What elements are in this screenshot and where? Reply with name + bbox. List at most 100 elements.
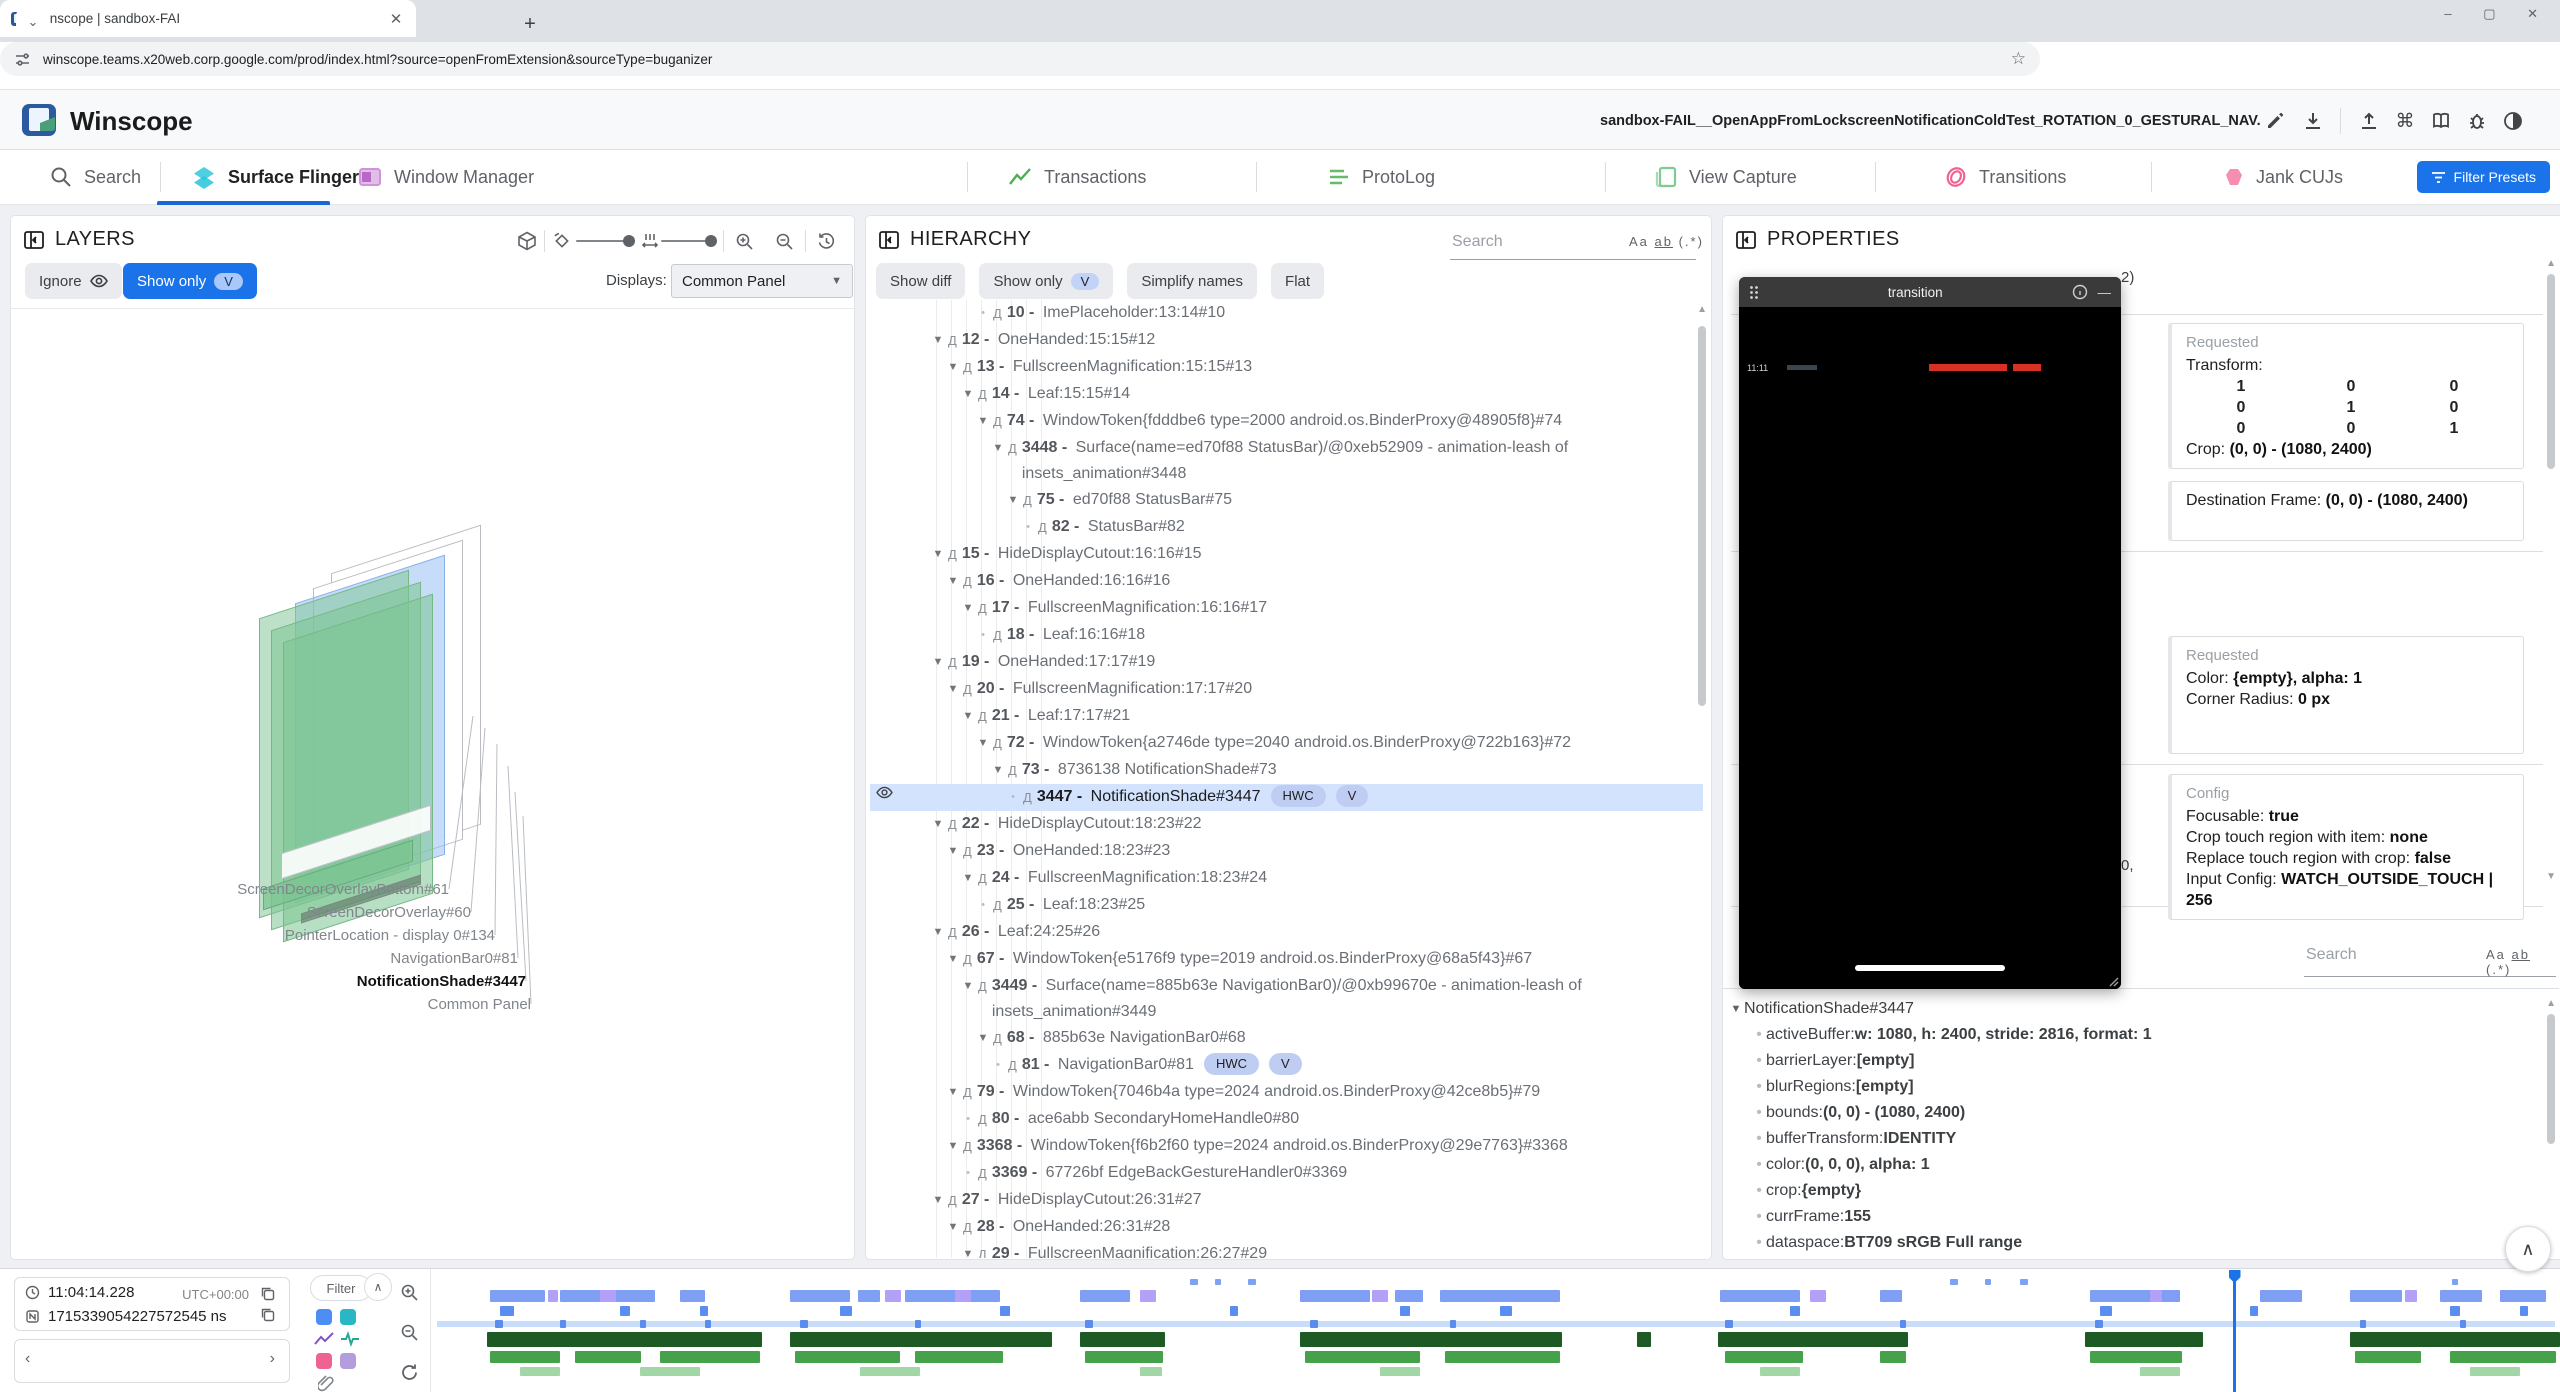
collapse-panel-icon[interactable] xyxy=(1735,229,1757,251)
expand-arrow-icon[interactable]: ▼ xyxy=(960,973,976,999)
trace-segment-blue[interactable] xyxy=(2260,1290,2302,1302)
property-currFrame[interactable]: •currFrame: 155 xyxy=(1728,1204,2538,1230)
tab-transitions[interactable]: Transitions xyxy=(1945,150,2066,204)
timeline-zoom-reset-icon[interactable] xyxy=(398,1361,420,1383)
trace-toggle-sf-icon[interactable] xyxy=(316,1309,332,1325)
shortcuts-icon[interactable]: ⌘ xyxy=(2392,108,2418,134)
expand-arrow-icon[interactable]: ▼ xyxy=(975,408,991,434)
layer-label[interactable]: ScreenDecorOverlayBottom#61 xyxy=(237,881,449,898)
hierarchy-node-79[interactable]: ▼Д79 - WindowToken{7046b4a type=2024 and… xyxy=(870,1079,1703,1106)
info-icon[interactable] xyxy=(2072,284,2088,300)
property-bufferTransform[interactable]: •bufferTransform: IDENTITY xyxy=(1728,1126,2538,1152)
scrollbar-up-arrow[interactable]: ▲ xyxy=(2546,998,2556,1009)
trace-segment-green[interactable] xyxy=(1085,1351,1163,1363)
trace-segment-ticks-top[interactable] xyxy=(1190,1279,1198,1285)
flat-toggle[interactable]: Flat xyxy=(1271,263,1324,299)
trace-segment-purple[interactable] xyxy=(1140,1290,1156,1302)
trace-segment-pale-ticks[interactable] xyxy=(800,1320,808,1328)
new-tab-button[interactable]: + xyxy=(516,10,544,38)
layer-label[interactable]: PointerLocation - display 0#134 xyxy=(285,927,495,944)
trace-segment-dark-green[interactable] xyxy=(487,1332,762,1347)
expand-arrow-icon[interactable]: ▼ xyxy=(930,327,946,353)
trace-segment-purple[interactable] xyxy=(1372,1290,1388,1302)
hierarchy-node-18[interactable]: •Д18 - Leaf:16:16#18 xyxy=(870,622,1703,649)
expand-arrow-icon[interactable]: ▼ xyxy=(930,541,946,567)
trace-segment-royal[interactable] xyxy=(2250,1306,2258,1316)
trace-segment-pale-ticks[interactable] xyxy=(2360,1320,2366,1328)
trace-toggle-layers-icon[interactable] xyxy=(340,1309,356,1325)
trace-segment-royal[interactable] xyxy=(620,1306,630,1316)
drag-handle-icon[interactable] xyxy=(1749,285,1759,299)
tab-protolog[interactable]: ProtoLog xyxy=(1328,150,1435,204)
hierarchy-node-13[interactable]: ▼Д13 - FullscreenMagnification:15:15#13 xyxy=(870,354,1703,381)
expand-arrow-icon[interactable]: ▼ xyxy=(930,649,946,675)
trace-segment-light-green[interactable] xyxy=(520,1367,560,1376)
trace-segment-dark-green[interactable] xyxy=(1080,1332,1165,1347)
expand-arrow-icon[interactable]: ▼ xyxy=(990,435,1006,461)
scrollbar-up-arrow[interactable]: ▲ xyxy=(2546,258,2556,269)
trace-segment-pale-ticks[interactable] xyxy=(2460,1320,2466,1328)
filter-presets-button[interactable]: Filter Presets xyxy=(2417,161,2550,193)
url-text[interactable]: winscope.teams.x20web.corp.google.com/pr… xyxy=(43,52,2011,67)
hierarchy-node-12[interactable]: ▼Д12 - OneHanded:15:15#12 xyxy=(870,327,1703,354)
trace-segment-green[interactable] xyxy=(915,1351,1003,1363)
expand-arrow-icon[interactable]: ▼ xyxy=(945,946,961,972)
expand-arrow-icon[interactable]: ▼ xyxy=(945,354,961,380)
timeline-zoom-out-icon[interactable] xyxy=(398,1321,420,1343)
trace-segment-light-green[interactable] xyxy=(2140,1367,2180,1376)
trace-segment-green[interactable] xyxy=(2450,1351,2556,1363)
trace-segment-light-green[interactable] xyxy=(2470,1367,2520,1376)
expand-arrow-icon[interactable]: ▼ xyxy=(975,1025,991,1051)
edit-file-icon[interactable] xyxy=(2262,108,2288,134)
trace-segment-blue[interactable] xyxy=(2350,1290,2402,1302)
trace-segment-green[interactable] xyxy=(2355,1351,2421,1363)
trace-segment-green[interactable] xyxy=(1305,1351,1420,1363)
rotation-slider-knob[interactable] xyxy=(623,235,635,247)
trace-segment-pale-ticks[interactable] xyxy=(560,1320,566,1328)
trace-segment-royal[interactable] xyxy=(700,1306,708,1316)
trace-segment-pale-ticks[interactable] xyxy=(1725,1320,1733,1328)
trace-segment-light-green[interactable] xyxy=(1760,1367,1800,1376)
trace-segment-royal[interactable] xyxy=(2450,1306,2460,1316)
filter-chip[interactable]: Filter xyxy=(310,1275,372,1301)
show-diff-toggle[interactable]: Show diff xyxy=(876,263,965,299)
3d-view-icon[interactable] xyxy=(516,230,538,252)
trace-segment-blue[interactable] xyxy=(858,1290,880,1302)
trace-segment-purple[interactable] xyxy=(2150,1290,2162,1302)
collapse-filter-icon[interactable]: ∧ xyxy=(364,1273,392,1301)
show-only-v-toggle[interactable]: Show onlyV xyxy=(123,263,257,299)
expand-arrow-icon[interactable]: ▼ xyxy=(1005,487,1021,513)
trace-segment-green[interactable] xyxy=(2090,1351,2182,1363)
visibility-eye-icon[interactable] xyxy=(876,786,893,799)
hierarchy-node-81[interactable]: •Д81 - NavigationBar0#81HWCV xyxy=(870,1052,1703,1079)
property-dataspace[interactable]: •dataspace: BT709 sRGB Full range xyxy=(1728,1230,2538,1256)
trace-toggle-cuj-icon[interactable] xyxy=(340,1353,356,1369)
copy-icon[interactable] xyxy=(260,1286,275,1301)
trace-segment-purple[interactable] xyxy=(2405,1290,2417,1302)
collapse-panel-icon[interactable] xyxy=(23,229,45,251)
trace-segment-ticks-top[interactable] xyxy=(2452,1279,2458,1285)
trace-segment-blue[interactable] xyxy=(905,1290,1000,1302)
expand-arrow-icon[interactable]: ▼ xyxy=(945,1079,961,1105)
hierarchy-node-72[interactable]: ▼Д72 - WindowToken{a2746de type=2040 and… xyxy=(870,730,1703,757)
timeline-zoom-in-icon[interactable] xyxy=(398,1281,420,1303)
trace-segment-dark-green[interactable] xyxy=(2350,1332,2560,1347)
bookmark-star-icon[interactable]: ☆ xyxy=(2011,49,2026,69)
trace-segment-royal[interactable] xyxy=(1500,1306,1512,1316)
trace-segment-purple[interactable] xyxy=(885,1290,901,1302)
trace-segment-dark-green[interactable] xyxy=(1637,1332,1651,1347)
trace-segment-blue[interactable] xyxy=(1720,1290,1800,1302)
trace-segment-pale-ticks[interactable] xyxy=(1085,1320,1093,1328)
trace-segment-pale-ticks[interactable] xyxy=(640,1320,646,1328)
trace-segment-ticks-top[interactable] xyxy=(2020,1279,2028,1285)
expand-arrow-icon[interactable]: ▼ xyxy=(990,757,1006,783)
trace-segment-green[interactable] xyxy=(1725,1351,1803,1363)
popup-header[interactable]: transition — xyxy=(1739,277,2121,307)
hierarchy-node-22[interactable]: ▼Д22 - HideDisplayCutout:18:23#22 xyxy=(870,811,1703,838)
trace-segment-light-green[interactable] xyxy=(640,1367,700,1376)
tab-view-capture[interactable]: View Capture xyxy=(1655,150,1797,204)
trace-segment-pale-ticks[interactable] xyxy=(495,1320,503,1328)
expand-arrow-icon[interactable]: ▼ xyxy=(945,1214,961,1240)
site-settings-icon[interactable] xyxy=(14,51,31,68)
upload-icon[interactable] xyxy=(2356,108,2382,134)
